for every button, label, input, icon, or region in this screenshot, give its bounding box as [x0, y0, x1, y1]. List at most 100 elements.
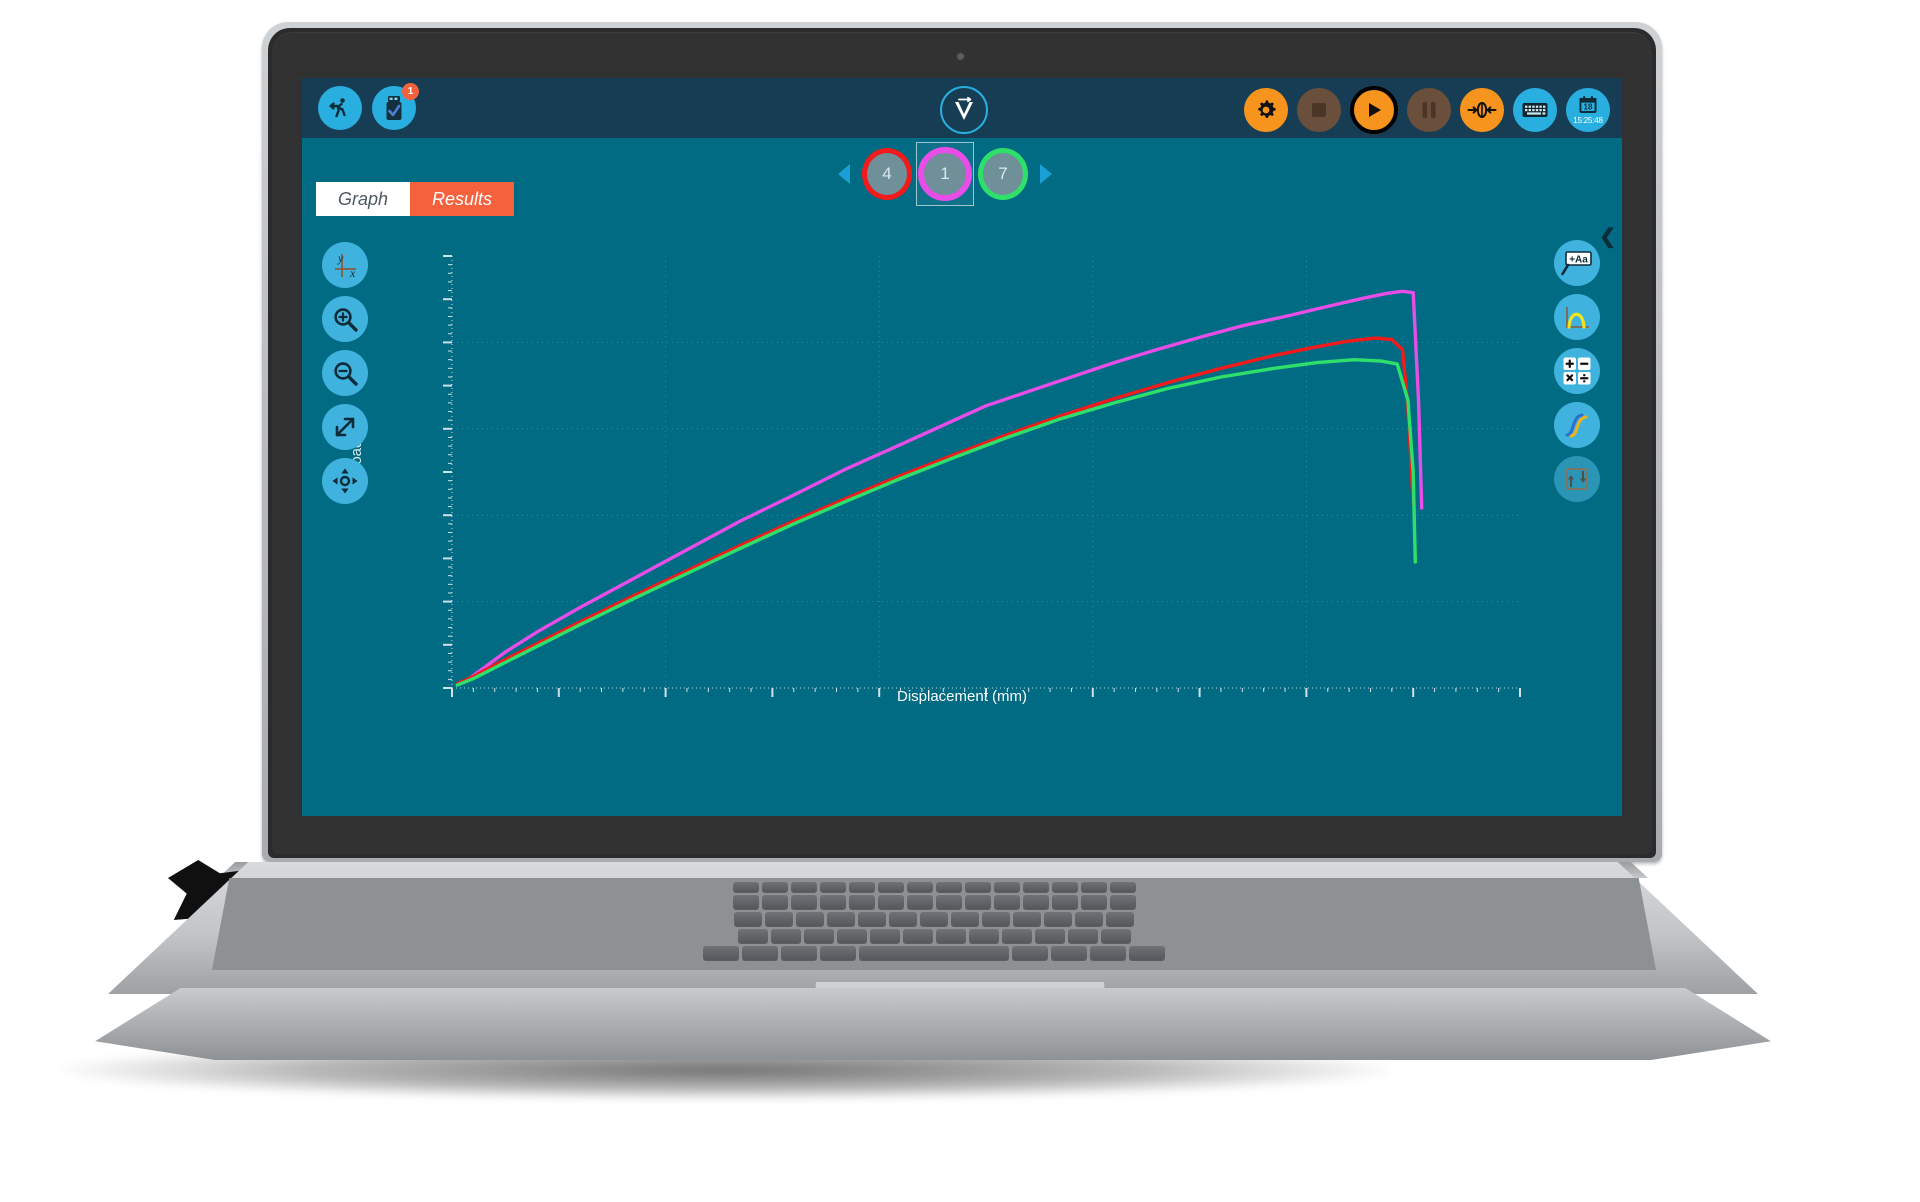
keyboard-key[interactable] — [1051, 882, 1078, 892]
zero-icon[interactable] — [1460, 88, 1504, 132]
keyboard-key[interactable] — [765, 912, 793, 926]
keyboard[interactable] — [212, 878, 1656, 970]
keyboard-key[interactable] — [869, 929, 900, 943]
tab-graph[interactable]: Graph — [316, 182, 411, 216]
keyboard-key[interactable] — [737, 929, 768, 943]
keyboard-key[interactable] — [836, 929, 867, 943]
keyboard-key[interactable] — [848, 882, 875, 892]
play-icon[interactable] — [1350, 86, 1398, 134]
keyboard-key[interactable] — [920, 912, 948, 926]
prev-sample-button[interactable] — [830, 159, 858, 189]
gear-icon[interactable] — [1244, 88, 1288, 132]
keyboard-key[interactable] — [902, 929, 933, 943]
keyboard-key[interactable] — [877, 895, 904, 909]
collapse-panel-icon[interactable]: ❮ — [1599, 224, 1616, 249]
keyboard-key[interactable] — [982, 912, 1010, 926]
sample-dot-4[interactable]: 4 — [862, 148, 912, 200]
app-topbar: 1 18 15:25:48 — [302, 78, 1622, 138]
date-time-badge[interactable]: 18 15:25:48 — [1566, 88, 1610, 132]
smooth-curve-icon[interactable] — [1554, 402, 1600, 448]
keyboard-key[interactable] — [1090, 946, 1126, 960]
series-line-1[interactable] — [455, 336, 1415, 686]
keyboard-key[interactable] — [732, 882, 759, 892]
keyboard-key[interactable] — [1051, 895, 1078, 909]
keyboard-key[interactable] — [906, 882, 933, 892]
usb-device-icon[interactable]: 1 — [372, 83, 419, 130]
x-axis-label: Displacement (mm) — [896, 688, 1028, 705]
keyboard-icon[interactable] — [1513, 88, 1557, 132]
keyboard-key[interactable] — [796, 912, 824, 926]
keyboard-key[interactable] — [1100, 929, 1131, 943]
calculator-icon[interactable] — [1554, 348, 1600, 394]
axis-swap-icon[interactable] — [1554, 456, 1600, 502]
keyboard-key[interactable] — [964, 882, 991, 892]
keyboard-key[interactable] — [935, 895, 962, 909]
keyboard-key[interactable] — [790, 882, 817, 892]
axis-settings-icon[interactable]: y x — [322, 242, 368, 288]
keyboard-key[interactable] — [761, 895, 788, 909]
keyboard-key[interactable] — [732, 895, 759, 909]
keyboard-key[interactable] — [1129, 946, 1165, 960]
zoom-in-icon[interactable] — [322, 296, 368, 342]
sample-item-1[interactable]: 1 — [916, 142, 974, 206]
keyboard-key[interactable] — [1080, 895, 1107, 909]
keyboard-key[interactable] — [703, 946, 739, 960]
sample-item-4[interactable]: 4 — [862, 148, 912, 200]
keyboard-key[interactable] — [1051, 946, 1087, 960]
keyboard-key[interactable] — [1001, 929, 1032, 943]
keyboard-key[interactable] — [935, 882, 962, 892]
sensor-run-icon[interactable] — [318, 86, 362, 130]
keyboard-key[interactable] — [781, 946, 817, 960]
keyboard-key[interactable] — [819, 882, 846, 892]
zoom-out-icon[interactable] — [322, 350, 368, 396]
keyboard-key[interactable] — [906, 895, 933, 909]
next-sample-button[interactable] — [1032, 159, 1060, 189]
keyboard-key[interactable] — [1109, 882, 1136, 892]
pause-icon[interactable] — [1407, 88, 1451, 132]
keyboard-key[interactable] — [935, 929, 966, 943]
pan-icon[interactable] — [322, 458, 368, 504]
keyboard-key[interactable] — [993, 895, 1020, 909]
keyboard-key[interactable] — [848, 895, 875, 909]
keyboard-key[interactable] — [1044, 912, 1072, 926]
sample-dot-7[interactable]: 7 — [978, 148, 1028, 200]
stop-icon[interactable] — [1297, 88, 1341, 132]
sample-dot-1[interactable]: 1 — [918, 147, 972, 201]
keyboard-key[interactable] — [1075, 912, 1103, 926]
keyboard-key[interactable] — [761, 882, 788, 892]
keyboard-key[interactable] — [803, 929, 834, 943]
keyboard-key[interactable] — [877, 882, 904, 892]
keyboard-key[interactable] — [1106, 912, 1134, 926]
keyboard-key[interactable] — [889, 912, 917, 926]
keyboard-key[interactable] — [858, 912, 886, 926]
keyboard-key[interactable] — [993, 882, 1020, 892]
keyboard-key[interactable] — [968, 929, 999, 943]
keyboard-key[interactable] — [1022, 882, 1049, 892]
keyboard-key[interactable] — [1013, 912, 1041, 926]
keyboard-key[interactable] — [742, 946, 778, 960]
tab-results[interactable]: Results — [410, 182, 515, 216]
keyboard-key[interactable] — [1109, 895, 1136, 909]
load-displacement-chart[interactable] — [302, 218, 1622, 816]
vernier-v-logo — [940, 86, 988, 134]
keyboard-key[interactable] — [964, 895, 991, 909]
series-line-0[interactable] — [455, 289, 1424, 687]
keyboard-key[interactable] — [770, 929, 801, 943]
keyboard-key[interactable] — [859, 946, 1009, 960]
keyboard-key[interactable] — [1080, 882, 1107, 892]
keyboard-key[interactable] — [734, 912, 762, 926]
keyboard-key[interactable] — [827, 912, 855, 926]
keyboard-key[interactable] — [1067, 929, 1098, 943]
keyboard-key[interactable] — [1034, 929, 1065, 943]
keyboard-key[interactable] — [1012, 946, 1048, 960]
keyboard-key[interactable] — [790, 895, 817, 909]
keyboard-key[interactable] — [820, 946, 856, 960]
keyboard-key[interactable] — [1022, 895, 1049, 909]
keyboard-key[interactable] — [819, 895, 846, 909]
series-line-2[interactable] — [455, 358, 1417, 687]
keyboard-key[interactable] — [951, 912, 979, 926]
fit-expand-icon[interactable] — [322, 404, 368, 450]
peak-curve-icon[interactable] — [1554, 294, 1600, 340]
sample-item-7[interactable]: 7 — [978, 148, 1028, 200]
add-annotation-icon[interactable]: +Aa — [1554, 240, 1600, 286]
